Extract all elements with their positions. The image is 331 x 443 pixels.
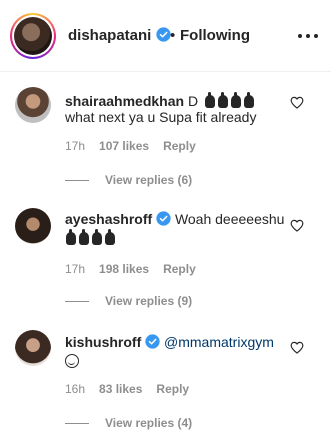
comment-meta: 17h 107 likes Reply [65, 139, 196, 153]
avatar[interactable] [15, 87, 51, 123]
comment-emoji-line [65, 352, 79, 368]
post-header: dishapatani • Following [0, 0, 331, 72]
verified-badge-icon [145, 334, 160, 349]
comment-body: shairaahmedkhan D [65, 92, 254, 109]
comment-likes[interactable]: 107 likes [99, 139, 149, 153]
view-replies-button[interactable]: View replies (6) [65, 173, 192, 187]
avatar[interactable] [15, 330, 51, 366]
raised-fist-icon [217, 92, 228, 108]
post-username[interactable]: dishapatani [68, 27, 171, 44]
avatar[interactable] [15, 208, 51, 244]
following-button[interactable]: Following [180, 27, 250, 44]
raised-fist-icon [105, 229, 115, 245]
divider-line [65, 301, 89, 303]
heart-icon[interactable] [290, 341, 304, 354]
divider-line [65, 423, 89, 425]
heart-icon[interactable] [290, 96, 304, 109]
raised-fist-icon [66, 229, 76, 245]
post-username-text[interactable]: dishapatani [68, 27, 151, 44]
comment-body: ayeshashroff Woah deeeeeshu [65, 211, 284, 227]
view-replies-button[interactable]: View replies (9) [65, 294, 192, 308]
raised-fist-icon [204, 92, 215, 108]
more-options-icon[interactable] [298, 30, 318, 42]
separator-dot: • [170, 27, 176, 44]
comment-time[interactable]: 17h [65, 139, 85, 153]
divider-line [65, 180, 89, 182]
avatar[interactable] [14, 17, 52, 55]
raised-fist-icon [92, 229, 102, 245]
mention-link[interactable]: @mmamatrixgym [164, 334, 274, 350]
comment-text: Woah deeeeeshu [174, 211, 285, 227]
view-replies-button[interactable]: View replies (4) [65, 416, 192, 430]
comment-likes[interactable]: 83 likes [99, 382, 142, 396]
view-replies-label[interactable]: View replies (6) [105, 173, 192, 187]
verified-badge-icon [155, 27, 171, 42]
view-replies-label[interactable]: View replies (9) [105, 294, 192, 308]
comment-time[interactable]: 16h [65, 382, 85, 396]
comment-emoji-line [63, 229, 115, 246]
reply-button[interactable]: Reply [156, 382, 189, 396]
raised-fist-icon [79, 229, 89, 245]
comment-body: kishushroff @mmamatrixgym [65, 334, 274, 350]
comment-meta: 17h 198 likes Reply [65, 262, 196, 276]
verified-badge-icon [156, 211, 171, 226]
comment-time[interactable]: 17h [65, 262, 85, 276]
reply-button[interactable]: Reply [163, 139, 196, 153]
reply-button[interactable]: Reply [163, 262, 196, 276]
heart-icon[interactable] [290, 219, 304, 232]
comment-likes[interactable]: 198 likes [99, 262, 149, 276]
raised-fist-icon [230, 92, 241, 108]
raised-fist-icon [243, 92, 254, 108]
comment-text-line2: what next ya u Supa fit already [65, 109, 257, 125]
story-ring[interactable] [10, 13, 56, 59]
comment-username[interactable]: shairaahmedkhan [65, 93, 184, 109]
comment-username[interactable]: kishushroff [65, 334, 141, 350]
comment-username[interactable]: ayeshashroff [65, 211, 152, 227]
view-replies-label[interactable]: View replies (4) [105, 416, 192, 430]
comment-meta: 16h 83 likes Reply [65, 382, 189, 396]
comment-text: D [187, 93, 199, 109]
grinning-face-icon [65, 354, 79, 368]
